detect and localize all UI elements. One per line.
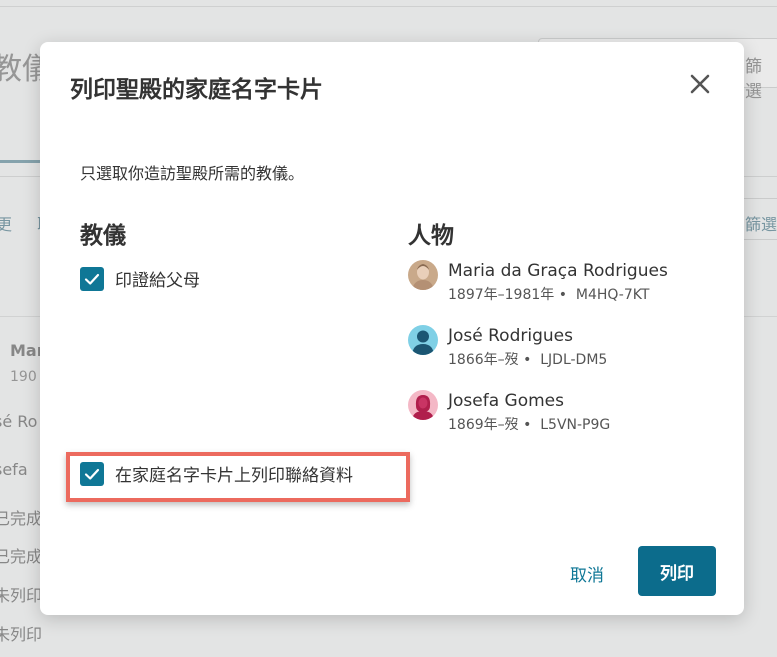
highlight-annotation [66,452,410,502]
person-item: José Rodrigues 1866年–歿 • LJDL-DM5 [408,325,607,369]
male-avatar-icon [408,325,438,355]
close-button[interactable] [686,70,714,98]
person-meta: 1897年–1981年 • M4HQ-7KT [448,287,650,303]
female-portrait-avatar-icon [408,260,438,290]
person-name: José Rodrigues [448,326,573,346]
dialog-title: 列印聖殿的家庭名字卡片 [70,77,323,103]
ordinances-heading: 教儀 [80,223,126,249]
person-meta: 1869年–歿 • L5VN-P9G [448,417,611,433]
person-name: Maria da Graça Rodrigues [448,261,668,281]
print-cards-dialog: 列印聖殿的家庭名字卡片 只選取你造訪聖殿所需的教儀。 教儀 印證給父母 人物 M… [40,42,744,615]
person-item: Maria da Graça Rodrigues 1897年–1981年 • M… [408,260,668,304]
sealing-to-parents-checkbox[interactable] [80,266,104,291]
sealing-to-parents-label[interactable]: 印證給父母 [115,266,200,291]
person-name: Josefa Gomes [448,391,564,411]
person-item: Josefa Gomes 1869年–歿 • L5VN-P9G [408,390,610,434]
ordinance-option-row: 印證給父母 [80,266,200,291]
person-meta: 1866年–歿 • LJDL-DM5 [448,352,608,368]
dialog-intro-text: 只選取你造訪聖殿所需的教儀。 [80,164,305,183]
cancel-button[interactable]: 取消 [570,561,604,586]
people-heading: 人物 [408,223,454,249]
print-button[interactable]: 列印 [638,546,716,596]
checkmark-icon [84,273,100,285]
close-icon [690,74,710,94]
female-avatar-icon [408,390,438,420]
